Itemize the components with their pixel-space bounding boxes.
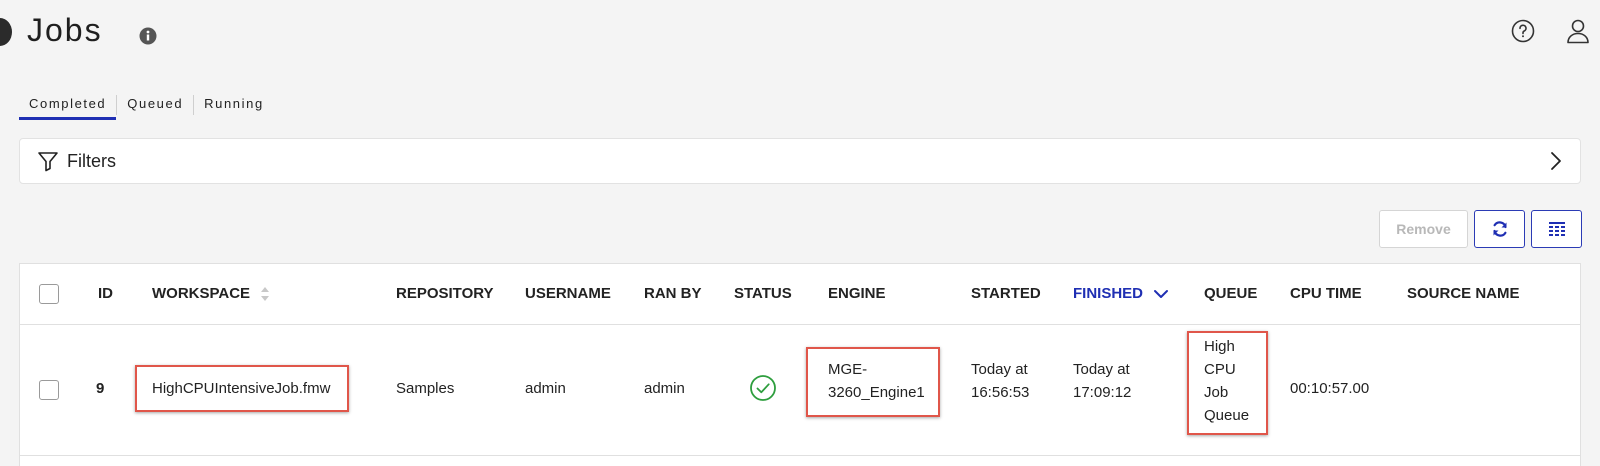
sort-icon bbox=[261, 287, 270, 302]
column-header-workspace[interactable]: WORKSPACE bbox=[152, 285, 270, 302]
started-line: Today at bbox=[971, 361, 1028, 378]
select-all-checkbox[interactable] bbox=[39, 284, 59, 304]
cpu-time-cell: 00:10:57.00 bbox=[1290, 380, 1370, 397]
columns-icon bbox=[1548, 222, 1565, 236]
help-icon[interactable] bbox=[1511, 19, 1535, 43]
page-title: Jobs bbox=[27, 12, 103, 48]
engine-line: 3260_Engine1 bbox=[828, 384, 925, 401]
column-header-workspace-label: WORKSPACE bbox=[152, 285, 251, 302]
queue-line: CPU bbox=[1204, 361, 1236, 378]
column-settings-button[interactable] bbox=[1531, 210, 1582, 248]
app-logo-icon bbox=[0, 18, 12, 46]
column-header-cpu-time[interactable]: CPU TIME bbox=[1290, 285, 1362, 302]
queue-line: Job bbox=[1204, 384, 1229, 401]
filters-label: Filters bbox=[67, 151, 116, 171]
jobs-page: Jobs Completed Queued Running Filters Re… bbox=[0, 0, 1600, 466]
check-circle-icon bbox=[750, 375, 776, 401]
tab-completed[interactable]: Completed bbox=[19, 93, 117, 120]
table-row[interactable]: 9 HighCPUIntensiveJob.fmw Samples admin … bbox=[20, 325, 1580, 456]
queue-cell: High CPU Job Queue bbox=[1204, 335, 1249, 427]
queue-line: High bbox=[1204, 338, 1235, 355]
started-line: 16:56:53 bbox=[971, 384, 1030, 401]
column-header-username[interactable]: USERNAME bbox=[525, 285, 611, 302]
user-icon[interactable] bbox=[1565, 18, 1591, 44]
info-icon[interactable] bbox=[139, 27, 157, 45]
column-header-finished[interactable]: FINISHED bbox=[1073, 285, 1169, 302]
column-header-engine[interactable]: ENGINE bbox=[828, 285, 886, 302]
job-id: 9 bbox=[96, 380, 105, 397]
column-header-ran-by[interactable]: RAN BY bbox=[644, 285, 702, 302]
finished-line: 17:09:12 bbox=[1073, 384, 1132, 401]
queue-line: Queue bbox=[1204, 407, 1250, 424]
workspace-link[interactable]: HighCPUIntensiveJob.fmw bbox=[152, 380, 330, 397]
filter-icon bbox=[38, 152, 58, 172]
finished-line: Today at bbox=[1073, 361, 1130, 378]
table-header: ID WORKSPACE REPOSITORY USERNAME RAN BY … bbox=[20, 264, 1580, 325]
username-cell: admin bbox=[525, 380, 566, 397]
column-header-id[interactable]: ID bbox=[98, 285, 113, 302]
column-header-queue[interactable]: QUEUE bbox=[1204, 285, 1257, 302]
tab-queued[interactable]: Queued bbox=[117, 93, 193, 117]
chevron-down-icon bbox=[1154, 290, 1169, 299]
column-header-finished-label: FINISHED bbox=[1073, 285, 1144, 302]
column-header-repository[interactable]: REPOSITORY bbox=[396, 285, 494, 302]
engine-cell: MGE- 3260_Engine1 bbox=[828, 358, 925, 404]
engine-line: MGE- bbox=[828, 361, 868, 378]
refresh-icon bbox=[1492, 221, 1507, 237]
tab-running[interactable]: Running bbox=[194, 93, 274, 117]
repository-cell: Samples bbox=[396, 380, 455, 397]
finished-cell: Today at 17:09:12 bbox=[1073, 358, 1131, 404]
column-header-status[interactable]: STATUS bbox=[734, 285, 792, 302]
chevron-right-icon[interactable] bbox=[1546, 151, 1566, 171]
row-checkbox[interactable] bbox=[39, 380, 59, 400]
column-header-source-name[interactable]: SOURCE NAME bbox=[1407, 285, 1520, 302]
column-header-started[interactable]: STARTED bbox=[971, 285, 1041, 302]
started-cell: Today at 16:56:53 bbox=[971, 358, 1029, 404]
refresh-button[interactable] bbox=[1474, 210, 1525, 248]
job-tabs: Completed Queued Running bbox=[19, 92, 274, 120]
jobs-table: ID WORKSPACE REPOSITORY USERNAME RAN BY … bbox=[19, 263, 1581, 466]
ran-by-cell: admin bbox=[644, 380, 685, 397]
filters-panel[interactable]: Filters bbox=[19, 138, 1581, 184]
remove-button[interactable]: Remove bbox=[1379, 210, 1468, 248]
